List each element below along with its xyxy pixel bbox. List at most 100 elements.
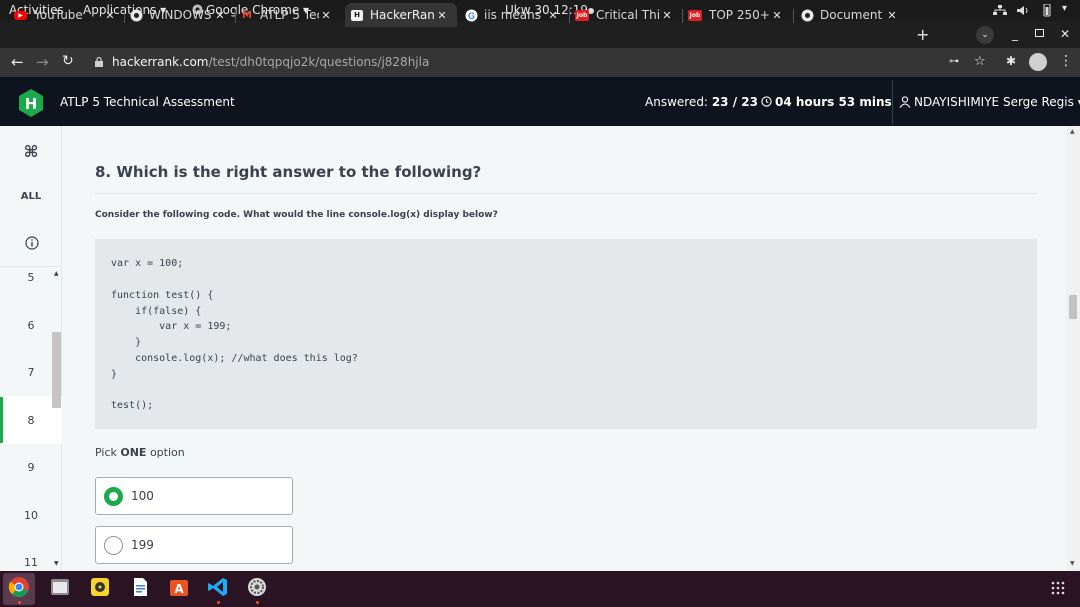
tab-title: HackerRank — [370, 8, 435, 22]
page-scroll-down-arrow-icon[interactable]: ▼ — [1070, 560, 1075, 567]
rhythmbox-icon[interactable] — [89, 576, 111, 598]
running-indicator — [18, 601, 21, 604]
code-line: function test() { — [111, 290, 214, 301]
lock-icon[interactable] — [95, 57, 103, 67]
answer-option-100[interactable]: 100 — [95, 477, 293, 515]
circle-app-icon — [801, 9, 814, 21]
scroll-down-arrow-icon[interactable]: ▼ — [54, 560, 59, 567]
window-close-icon[interactable]: ✕ — [1060, 27, 1070, 41]
question-nav-item[interactable]: 10 — [0, 509, 62, 522]
header-divider — [892, 80, 893, 124]
battery-icon[interactable] — [1040, 4, 1054, 17]
answered-label: Answered: — [645, 95, 708, 109]
key-icon[interactable]: ⊶ — [949, 56, 959, 67]
clock-icon — [761, 96, 772, 107]
hackerrank-icon: H — [351, 9, 363, 21]
profile-avatar[interactable] — [1029, 53, 1047, 71]
close-icon[interactable]: ✕ — [213, 9, 227, 22]
sidebar-scrollbar[interactable] — [52, 332, 61, 408]
question-nav-item[interactable]: 5 — [0, 271, 62, 284]
volume-icon[interactable] — [1017, 5, 1030, 16]
question-nav-item[interactable]: 11 — [0, 556, 62, 569]
chrome-menu-icon[interactable]: ⋮ — [1059, 53, 1073, 69]
tab-gmail[interactable]: M ATLP 5 Tech ✕ — [235, 3, 341, 27]
test-title: ATLP 5 Technical Assessment — [60, 95, 235, 109]
tab-hackerrank[interactable]: H HackerRank ✕ — [345, 3, 457, 27]
running-indicator — [217, 601, 220, 604]
bookmark-star-icon[interactable]: ☆ — [974, 54, 986, 69]
question-nav-item[interactable]: 9 — [0, 461, 62, 474]
minimize-icon[interactable]: _ — [1012, 27, 1018, 41]
all-questions-tab[interactable]: ALL — [0, 191, 62, 202]
page-scrollbar-track[interactable] — [1066, 126, 1080, 571]
command-shortcut-icon[interactable]: ⌘ — [0, 142, 62, 161]
back-arrow-icon[interactable]: ← — [11, 53, 24, 71]
url-path: /test/dh0tqpqjo2k/questions/j828hjla — [208, 55, 430, 69]
tab-search-chevron-down-icon[interactable]: ⌄ — [976, 26, 994, 44]
radio-button-selected[interactable] — [104, 487, 123, 506]
restore-icon[interactable] — [1035, 29, 1044, 37]
page-scrollbar-thumb[interactable] — [1069, 295, 1077, 319]
reload-icon[interactable]: ↻ — [62, 53, 74, 69]
chrome-icon[interactable] — [8, 576, 30, 598]
running-indicator — [256, 601, 259, 604]
forward-arrow-icon[interactable]: → — [36, 53, 49, 71]
settings-gear-icon[interactable] — [246, 576, 268, 598]
tab-google-search[interactable]: G iis means in ✕ — [459, 3, 568, 27]
url-text[interactable]: hackerrank.com/test/dh0tqpqjo2k/question… — [112, 55, 429, 69]
question-nav-item-active[interactable]: 8 — [0, 414, 62, 427]
countdown-timer: 04 hours 53 mins — [761, 95, 892, 109]
code-line: console.log(x); //what does this log? — [111, 353, 358, 364]
option-label: 100 — [131, 489, 154, 503]
tab-youtube[interactable]: ▶ YouTube ✕ — [8, 3, 125, 27]
close-icon[interactable]: ✕ — [885, 9, 899, 22]
timer-text: 04 hours 53 mins — [775, 95, 892, 109]
extensions-puzzle-icon[interactable]: ✱ — [1006, 54, 1016, 68]
close-icon[interactable]: ✕ — [319, 9, 333, 22]
radio-button[interactable] — [104, 536, 123, 555]
close-icon[interactable]: ✕ — [103, 9, 117, 22]
code-line: if(false) { — [111, 306, 202, 317]
show-applications-grid-icon[interactable] — [1050, 580, 1066, 596]
pick-suffix: option — [149, 446, 185, 459]
close-icon[interactable]: ✕ — [770, 9, 784, 22]
ubuntu-dock — [0, 571, 1080, 607]
youtube-icon: ▶ — [14, 10, 27, 20]
files-folder-icon[interactable] — [49, 576, 71, 598]
text-document-icon[interactable] — [129, 576, 151, 598]
system-menu-arrow-icon[interactable]: ▾ — [1062, 3, 1067, 14]
code-line: } — [111, 369, 118, 380]
url-host: hackerrank.com — [112, 55, 209, 69]
close-icon[interactable]: ✕ — [435, 9, 449, 22]
job-icon: Job — [575, 9, 589, 21]
vscode-icon[interactable] — [207, 576, 229, 598]
code-block — [95, 239, 1037, 429]
code-line: test(); — [111, 400, 154, 411]
close-icon[interactable]: ✕ — [660, 9, 674, 22]
page-scroll-up-arrow-icon[interactable]: ▲ — [1070, 128, 1075, 135]
new-tab-plus-icon[interactable]: + — [916, 25, 929, 44]
question-nav-item[interactable]: 6 — [0, 319, 62, 332]
tab-job-2[interactable]: Job TOP 250+ A ✕ — [682, 3, 792, 27]
tab-title: TOP 250+ A — [709, 8, 770, 22]
close-icon[interactable]: ✕ — [546, 9, 560, 22]
answered-value: 23 / 23 — [711, 95, 758, 109]
software-store-icon[interactable]: A — [168, 576, 190, 598]
code-line: var x = 199; — [111, 321, 232, 332]
network-icon[interactable] — [993, 5, 1007, 16]
scroll-up-arrow-icon[interactable]: ▲ — [54, 270, 59, 277]
circle-app-icon — [130, 9, 143, 21]
tab-document[interactable]: Document ✕ — [795, 3, 907, 27]
pick-instruction: Pick ONE option — [95, 446, 185, 459]
title-divider — [95, 193, 1037, 194]
hackerrank-logo-icon[interactable]: H — [17, 89, 45, 117]
pick-prefix: Pick — [95, 446, 117, 459]
user-menu[interactable]: NDAYISHIMIYE Serge Regis ▼ — [899, 95, 1080, 109]
info-icon[interactable] — [25, 236, 39, 250]
gmail-icon: M — [242, 9, 252, 21]
browser-toolbar: ← → ↻ hackerrank.com/test/dh0tqpqjo2k/qu… — [0, 48, 1080, 77]
tab-title: iis means in — [484, 8, 546, 22]
tab-windows[interactable]: WINDOWS ✕ — [124, 3, 235, 27]
answer-option-199[interactable]: 199 — [95, 526, 293, 564]
tab-job-1[interactable]: Job Critical Thir ✕ — [569, 3, 682, 27]
